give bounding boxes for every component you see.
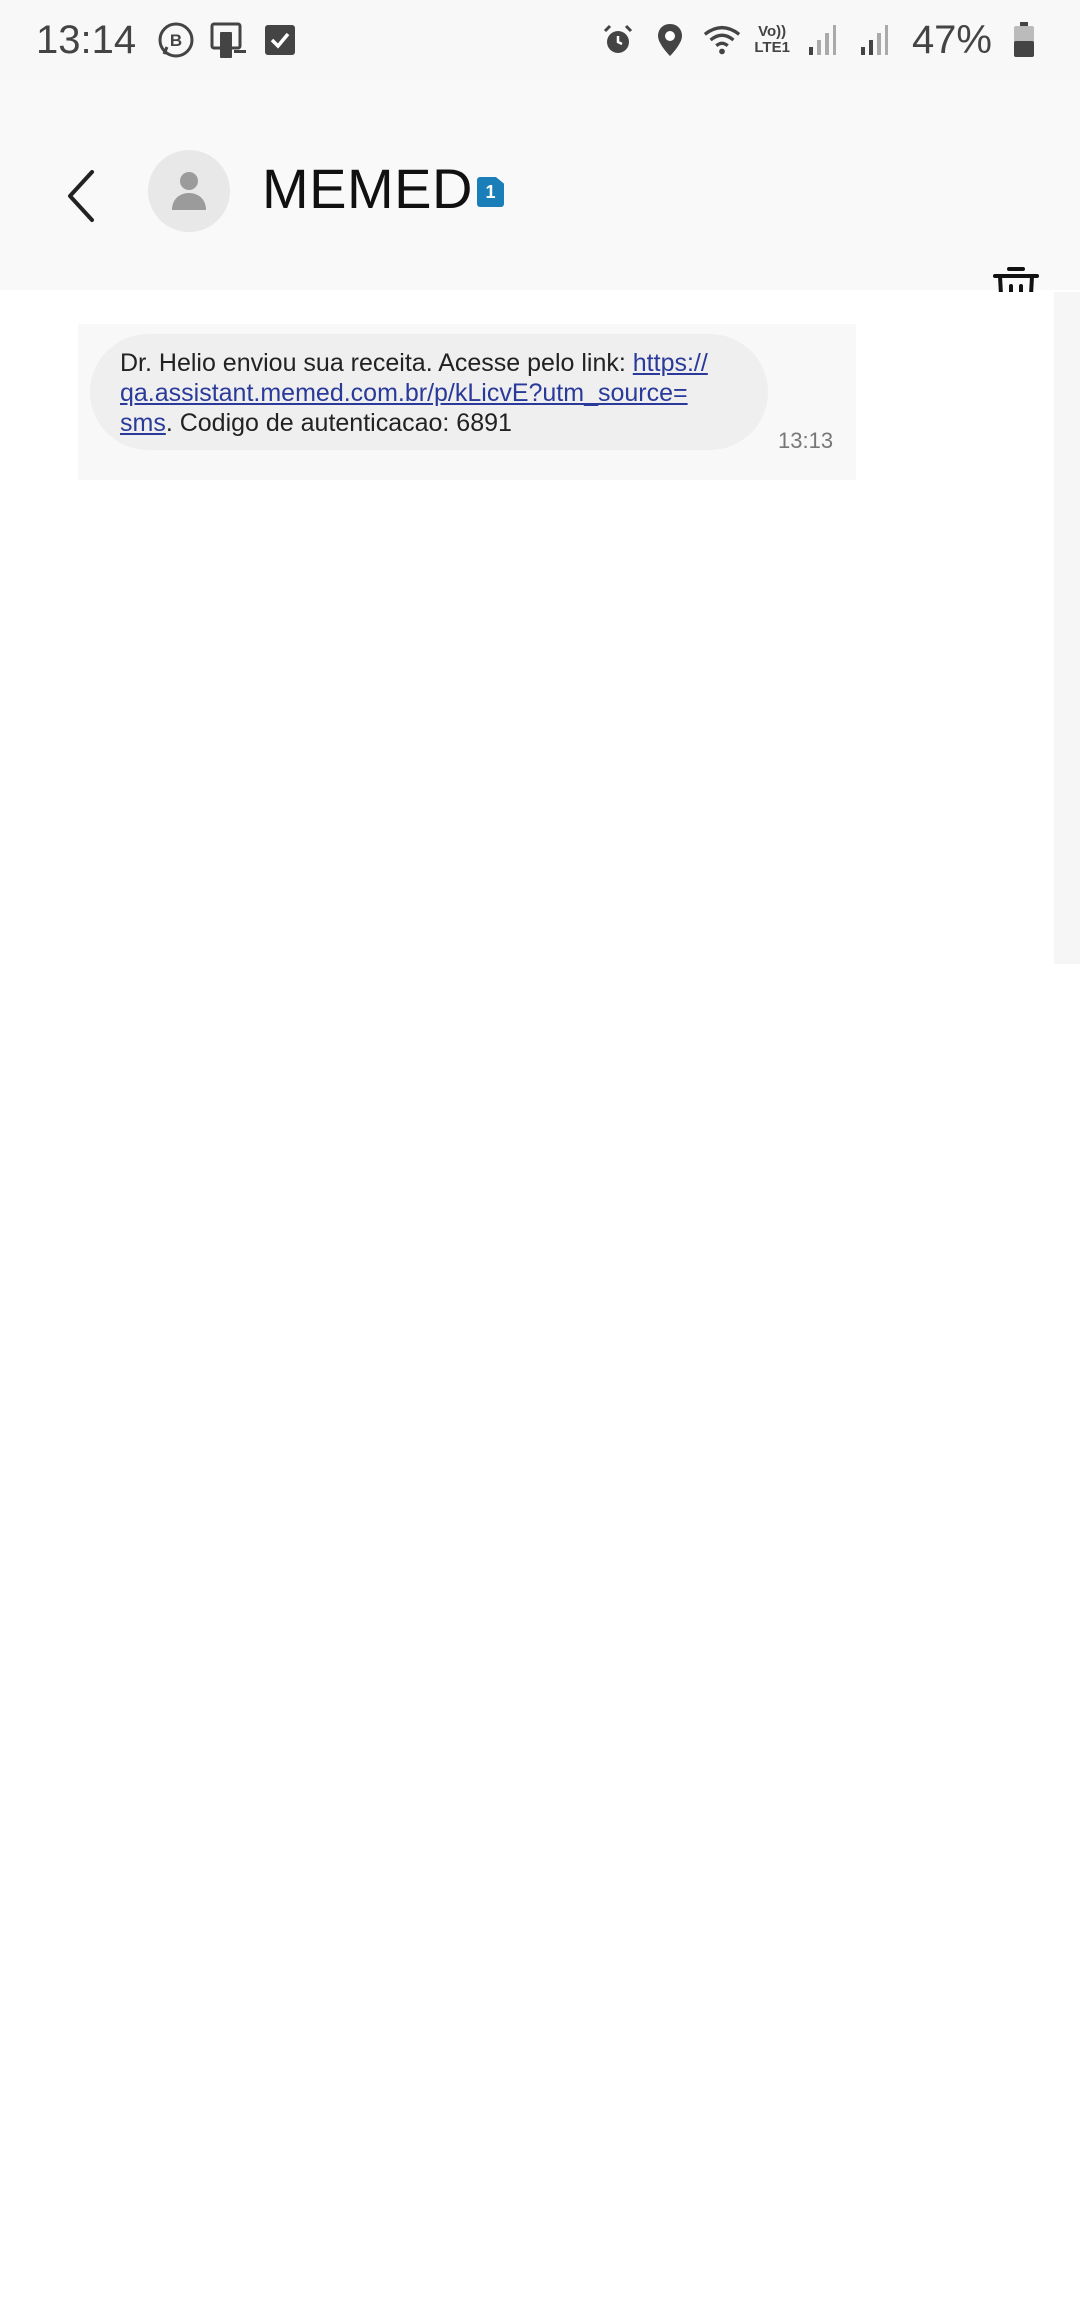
message-bubble[interactable]: Dr. Helio enviou sua receita. Acesse pel… bbox=[90, 334, 768, 450]
person-icon bbox=[172, 172, 206, 210]
avatar[interactable] bbox=[148, 150, 230, 232]
battery-icon bbox=[1004, 20, 1044, 60]
conversation-header: MEMED 1 bbox=[0, 80, 1080, 319]
status-right: Vo)) LTE1 47% bbox=[598, 18, 1044, 63]
back-button[interactable] bbox=[50, 160, 114, 232]
network-lte-label: LTE1 bbox=[754, 39, 790, 56]
sim-badge: 1 bbox=[477, 177, 504, 207]
location-icon bbox=[650, 20, 690, 60]
chevron-left-icon bbox=[68, 170, 94, 222]
message-timestamp: 13:13 bbox=[778, 428, 834, 453]
message-text-suffix: . Codigo de autenticacao: 6891 bbox=[165, 409, 512, 437]
check-icon bbox=[260, 20, 300, 60]
signal-icon bbox=[802, 20, 842, 60]
message-link-part[interactable]: https:// bbox=[633, 349, 708, 377]
svg-text:B: B bbox=[170, 31, 182, 50]
message-row[interactable]: Dr. Helio enviou sua receita. Acesse pel… bbox=[78, 324, 856, 480]
message-list[interactable]: Dr. Helio enviou sua receita. Acesse pel… bbox=[6, 292, 1054, 2316]
message-text-prefix: Dr. Helio enviou sua receita. Acesse pel… bbox=[120, 349, 633, 377]
scroll-track bbox=[1054, 292, 1080, 964]
message-link-part[interactable]: sms bbox=[120, 409, 166, 437]
alarm-icon bbox=[598, 20, 638, 60]
network-volte-label: Vo)) bbox=[758, 23, 787, 40]
battery-percent: 47% bbox=[911, 17, 992, 62]
signal-icon bbox=[854, 20, 894, 60]
status-bar: 13:14 B Vo)) LTE1 47% bbox=[0, 0, 1080, 80]
whatsapp-business-icon: B bbox=[156, 20, 196, 60]
network-type-label: Vo)) LTE1 bbox=[754, 24, 790, 56]
wifi-icon bbox=[702, 20, 742, 60]
status-time: 13:14 bbox=[36, 17, 137, 62]
message-link-part[interactable]: qa.assistant.memed.com.br/p/kLicvE?utm_s… bbox=[120, 379, 688, 407]
device-icon bbox=[208, 20, 248, 60]
contact-name: MEMED bbox=[262, 157, 473, 220]
status-left: 13:14 B bbox=[36, 18, 300, 63]
